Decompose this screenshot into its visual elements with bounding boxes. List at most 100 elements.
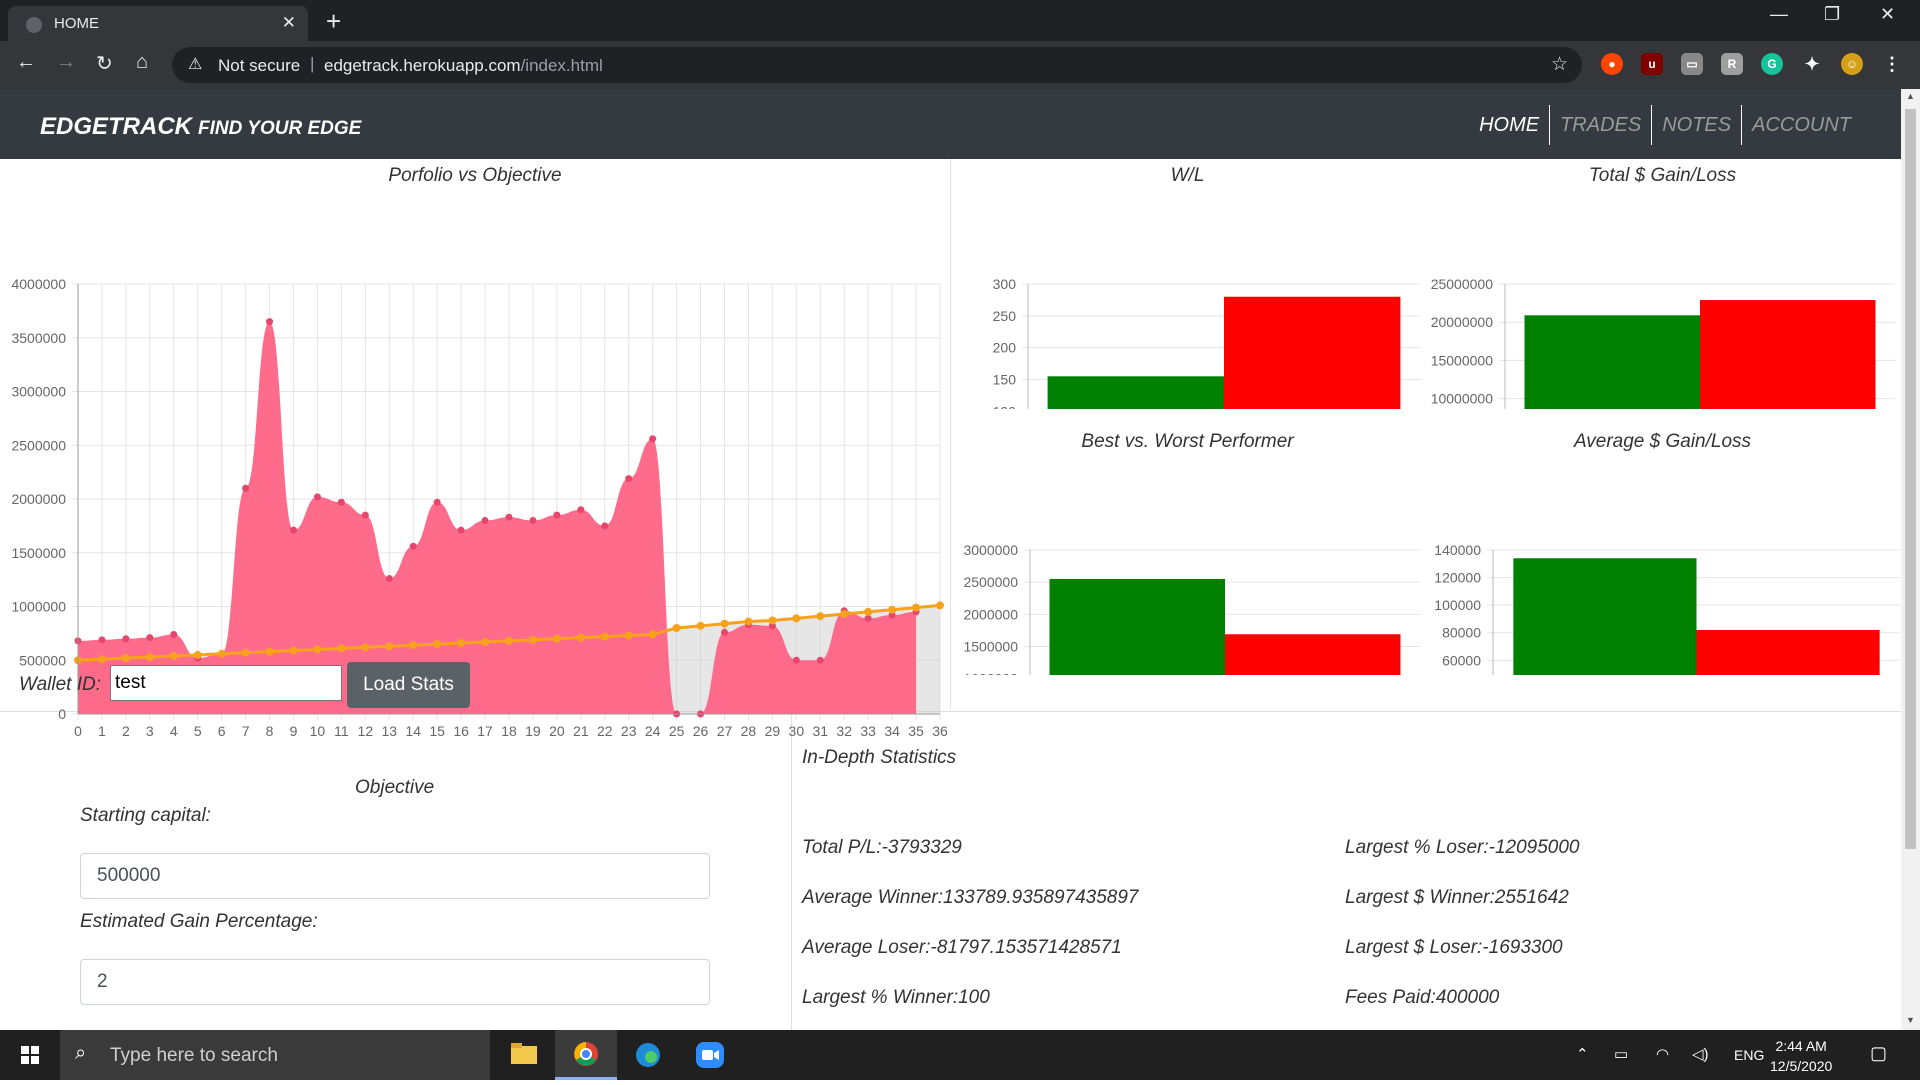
- portfolio-point: [625, 475, 633, 483]
- y-tick-label: 300: [993, 276, 1017, 292]
- edge-app[interactable]: [617, 1030, 679, 1080]
- y-tick-label: 250: [993, 308, 1017, 324]
- portfolio-point: [649, 435, 657, 443]
- x-tick-label: 1: [98, 723, 106, 739]
- window-close-icon[interactable]: ✕: [1880, 4, 1895, 25]
- show-hidden-icons-icon[interactable]: ⌃: [1576, 1045, 1589, 1063]
- nav-notes[interactable]: NOTES: [1651, 105, 1741, 145]
- wl-chart-title: W/L: [1170, 165, 1205, 186]
- windows-start-button[interactable]: [0, 1030, 60, 1080]
- x-tick-label: 14: [405, 723, 421, 739]
- ublock-extension-icon[interactable]: u: [1641, 53, 1663, 75]
- portfolio-chart-title: Porfolio vs Objective: [388, 165, 562, 186]
- scroll-up-icon[interactable]: ▲: [1906, 91, 1915, 101]
- objective-point: [816, 612, 825, 621]
- css-extension-icon[interactable]: ▭: [1681, 53, 1703, 75]
- loss-bar: [1696, 629, 1880, 675]
- portfolio-point: [290, 526, 297, 534]
- extensions-puzzle-icon[interactable]: ✦: [1801, 53, 1823, 75]
- y-tick-label: 15000000: [1431, 352, 1494, 368]
- taskbar-search-box[interactable]: ⌕ Type here to search: [60, 1030, 490, 1080]
- load-stats-button[interactable]: Load Stats: [347, 662, 470, 708]
- y-tick-label: 3000000: [963, 542, 1018, 558]
- browser-tab[interactable]: HOME ✕: [8, 6, 308, 41]
- new-tab-icon[interactable]: +: [326, 6, 341, 37]
- y-tick-label: 120000: [1434, 570, 1481, 586]
- file-explorer-app[interactable]: [493, 1030, 555, 1080]
- largest-usd-loser-stat: Largest $ Loser:-1693300: [1345, 937, 1563, 958]
- language-indicator[interactable]: ENG: [1734, 1047, 1764, 1063]
- y-tick-label: 2000000: [11, 491, 66, 507]
- stats-heading: In-Depth Statistics: [802, 747, 957, 768]
- r-extension-icon[interactable]: R: [1721, 53, 1743, 75]
- total-pl-stat: Total P/L:-3793329: [802, 837, 962, 858]
- objective-point: [241, 648, 250, 657]
- largest-pct-winner-stat: Largest % Winner:100: [802, 987, 990, 1008]
- grammarly-extension-icon[interactable]: G: [1761, 53, 1783, 75]
- x-tick-label: 19: [525, 723, 541, 739]
- search-icon: ⌕: [75, 1042, 87, 1064]
- average-gain-loss-chart-title: Average $ Gain/Loss: [1573, 431, 1752, 452]
- objective-point: [193, 650, 202, 659]
- x-tick-label: 28: [741, 723, 757, 739]
- best-worst-performer-chart: 0500000100000015000002000000250000030000…: [963, 542, 1420, 675]
- volume-icon[interactable]: ◁): [1692, 1045, 1709, 1063]
- chrome-app[interactable]: [555, 1030, 617, 1080]
- x-tick-label: 6: [218, 723, 226, 739]
- taskbar-clock[interactable]: 2:44 AM 12/5/2020: [1770, 1036, 1832, 1076]
- search-placeholder: Type here to search: [110, 1045, 278, 1066]
- x-tick-label: 31: [812, 723, 828, 739]
- notifications-icon[interactable]: ▢: [1870, 1043, 1887, 1064]
- y-tick-label: 1000000: [963, 671, 1018, 675]
- starting-capital-label: Starting capital:: [80, 805, 211, 826]
- x-tick-label: 12: [358, 723, 374, 739]
- gain-bar: [1513, 558, 1697, 675]
- y-tick-label: 150: [993, 372, 1017, 388]
- nav-account[interactable]: ACCOUNT: [1741, 105, 1861, 145]
- x-tick-label: 4: [170, 723, 178, 739]
- home-icon[interactable]: ⌂: [136, 51, 148, 74]
- objective-point: [121, 654, 130, 663]
- reload-icon[interactable]: ↻: [96, 51, 113, 76]
- objective-point: [528, 635, 537, 644]
- brand-logo[interactable]: EDGETRACK FIND YOUR EDGE: [40, 113, 361, 141]
- gain-percentage-input[interactable]: [80, 959, 710, 1005]
- reddit-extension-icon[interactable]: ●: [1601, 53, 1623, 75]
- minimize-icon[interactable]: —: [1770, 4, 1788, 25]
- x-tick-label: 9: [290, 723, 298, 739]
- bookmark-star-icon[interactable]: ☆: [1551, 53, 1568, 76]
- close-tab-icon[interactable]: ✕: [282, 13, 296, 33]
- address-bar[interactable]: ⚠ Not secure | edgetrack.herokuapp.com/i…: [172, 47, 1582, 83]
- x-tick-label: 10: [310, 723, 326, 739]
- forward-icon[interactable]: →: [56, 51, 76, 74]
- menu-kebab-icon[interactable]: ⋮: [1881, 53, 1903, 75]
- y-tick-label: 500000: [19, 652, 66, 668]
- portfolio-point: [98, 636, 106, 644]
- y-tick-label: 60000: [1442, 652, 1481, 668]
- back-icon[interactable]: ←: [16, 51, 36, 74]
- portfolio-point: [122, 635, 130, 643]
- x-tick-label: 0: [74, 723, 82, 739]
- nav-home[interactable]: HOME: [1469, 105, 1549, 145]
- browser-toolbar: ← → ↻ ⌂ ⚠ Not secure | edgetrack.herokua…: [0, 41, 1920, 89]
- restore-icon[interactable]: ❐: [1824, 4, 1840, 25]
- starting-capital-input[interactable]: [80, 853, 710, 899]
- tab-title: HOME: [54, 15, 99, 32]
- zoom-app[interactable]: [679, 1030, 741, 1080]
- portfolio-point: [337, 498, 345, 506]
- x-tick-label: 17: [477, 723, 493, 739]
- scrollbar-thumb[interactable]: [1905, 109, 1916, 849]
- wallet-id-input[interactable]: [110, 665, 342, 701]
- wifi-icon[interactable]: ◠: [1656, 1045, 1669, 1063]
- battery-icon[interactable]: ▭: [1614, 1045, 1628, 1063]
- x-tick-label: 25: [669, 723, 685, 739]
- objective-point: [576, 633, 585, 642]
- scroll-down-icon[interactable]: ▼: [1906, 1015, 1915, 1025]
- x-tick-label: 5: [194, 723, 202, 739]
- profile-avatar[interactable]: ☺: [1841, 53, 1863, 75]
- nav-trades[interactable]: TRADES: [1549, 105, 1651, 145]
- security-label: Not secure: [218, 56, 301, 75]
- x-tick-label: 18: [501, 723, 517, 739]
- page-scrollbar[interactable]: ▲ ▼: [1901, 89, 1920, 1030]
- x-tick-label: 33: [860, 723, 876, 739]
